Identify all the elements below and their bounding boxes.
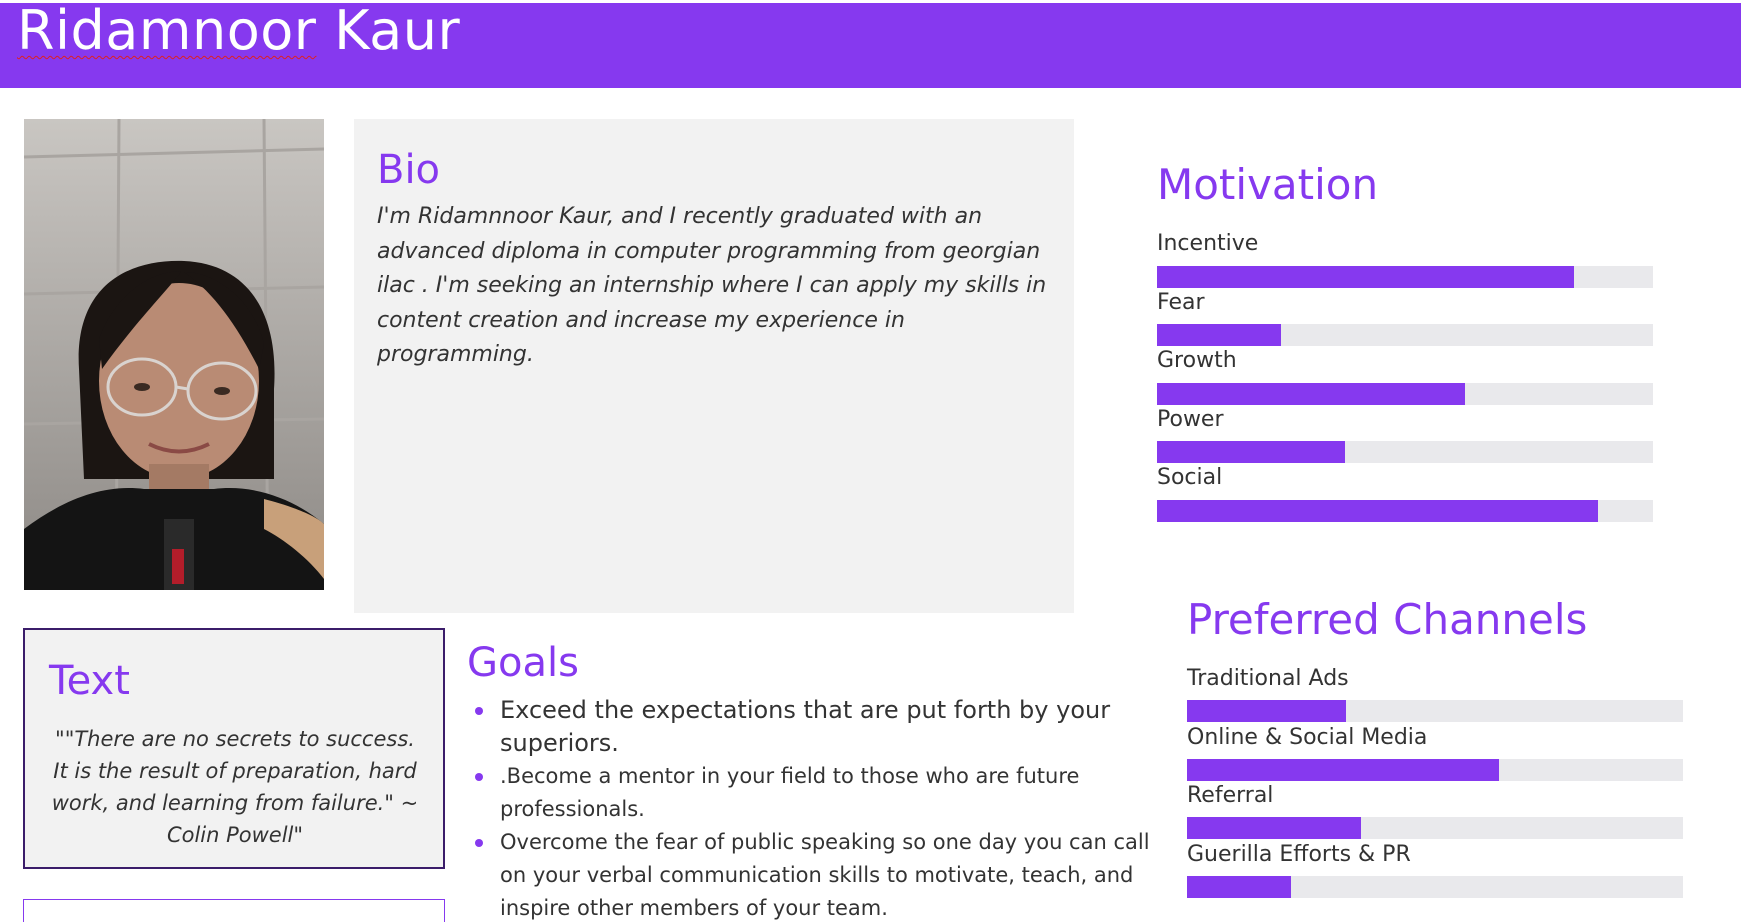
motivation-title: Motivation [1157,160,1379,209]
page-header: Ridamnoor Kaur [0,0,1741,88]
bio-title: Bio [377,147,441,193]
motivation-bar-social [1157,500,1653,522]
bar-fill [1157,441,1346,463]
portrait-image [24,119,324,590]
motivation-bar-power [1157,441,1653,463]
bar-fill [1187,759,1500,781]
channel-label-traditional-ads: Traditional Ads [1187,666,1349,691]
persona-first-name: Ridamnoor [17,0,317,62]
goals-title: Goals [467,640,579,686]
next-panel-edge [23,899,445,922]
bar-fill [1157,500,1599,522]
channel-bar-guerilla [1187,876,1683,898]
goals-section: Goals Exceed the expectations that are p… [467,640,1157,922]
goal-item: Exceed the expectations that are put for… [467,694,1157,760]
goal-item: .Become a mentor in your field to those … [467,760,1157,826]
motivation-label-growth: Growth [1157,348,1237,373]
bar-fill [1187,700,1346,722]
channel-label-online-social: Online & Social Media [1187,725,1428,750]
channel-label-guerilla: Guerilla Efforts & PR [1187,842,1411,867]
motivation-bar-growth [1157,383,1653,405]
channel-bar-online-social [1187,759,1683,781]
bio-text: I'm Ridamnnoor Kaur, and I recently grad… [377,204,1047,367]
bar-fill [1157,383,1465,405]
goal-item: Overcome the fear of public speaking so … [467,826,1157,922]
motivation-label-incentive: Incentive [1157,231,1259,256]
bullet-icon [475,839,483,847]
channel-bar-referral [1187,817,1683,839]
quote-text: ""There are no secrets to success. It is… [51,727,419,847]
quote-panel: Text ""There are no secrets to success. … [23,628,445,869]
persona-last-name: Kaur [334,0,461,62]
motivation-bar-fear [1157,324,1653,346]
channels-title: Preferred Channels [1187,595,1588,644]
bar-fill [1157,324,1281,346]
motivation-label-power: Power [1157,407,1224,432]
goal-text: Exceed the expectations that are put for… [500,696,1111,757]
bar-fill [1157,266,1574,288]
bullet-icon [475,707,483,715]
goals-list: Exceed the expectations that are put for… [467,694,1157,922]
motivation-label-fear: Fear [1157,290,1205,315]
goal-text: Overcome the fear of public speaking so … [500,830,1150,920]
goal-text: .Become a mentor in your field to those … [500,764,1080,821]
quote-title: Text [49,658,130,704]
motivation-label-social: Social [1157,465,1223,490]
motivation-bar-incentive [1157,266,1653,288]
bar-fill [1187,817,1361,839]
bio-panel: Bio I'm Ridamnnoor Kaur, and I recently … [354,119,1074,613]
persona-photo [24,119,324,590]
bullet-icon [475,773,483,781]
persona-name: Ridamnoor Kaur [17,0,460,62]
channel-label-referral: Referral [1187,783,1274,808]
bar-fill [1187,876,1292,898]
channel-bar-traditional-ads [1187,700,1683,722]
